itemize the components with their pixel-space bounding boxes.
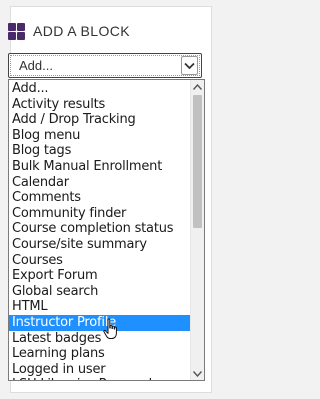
option-item[interactable]: Calendar	[9, 175, 190, 191]
option-item[interactable]: Latest badges	[9, 331, 190, 347]
option-item[interactable]: Course completion status	[9, 221, 190, 237]
blocks-grid-icon	[8, 22, 25, 40]
hand-pointer-icon	[103, 318, 121, 340]
option-item[interactable]: Add / Drop Tracking	[9, 112, 190, 128]
option-item[interactable]: Export Forum	[9, 268, 190, 284]
option-item[interactable]: Instructor Profile	[9, 314, 190, 331]
option-item[interactable]: Blog menu	[9, 128, 190, 144]
option-item[interactable]: HTML	[9, 299, 190, 315]
option-item[interactable]: Blog tags	[9, 143, 190, 159]
option-item[interactable]: Logged in user	[9, 362, 190, 378]
option-item[interactable]: Global search	[9, 284, 190, 300]
options-container: Add... Activity results Add / Drop Trackin…	[9, 81, 190, 380]
select-value: Add...	[19, 58, 53, 73]
add-block-select[interactable]: Add...	[8, 53, 202, 78]
option-item[interactable]: Comments	[9, 190, 190, 206]
option-item[interactable]: Community finder	[9, 206, 190, 222]
option-item[interactable]: Learning plans	[9, 346, 190, 362]
option-item[interactable]: Add...	[9, 81, 190, 97]
scroll-down-arrow-icon[interactable]	[191, 367, 204, 380]
scrollbar-thumb[interactable]	[193, 95, 202, 228]
option-item[interactable]: Course/site summary	[9, 237, 190, 253]
block-title: ADD A BLOCK	[33, 23, 130, 39]
option-item[interactable]: Activity results	[9, 97, 190, 113]
block-header: ADD A BLOCK	[8, 18, 130, 44]
option-item[interactable]: LSU Libraries Research	[9, 377, 190, 380]
list-scrollbar[interactable]	[190, 80, 204, 380]
chevron-down-icon[interactable]	[181, 56, 198, 75]
scroll-up-arrow-icon[interactable]	[191, 80, 204, 93]
option-item[interactable]: Bulk Manual Enrollment	[9, 159, 190, 175]
option-item[interactable]: Courses	[9, 253, 190, 269]
